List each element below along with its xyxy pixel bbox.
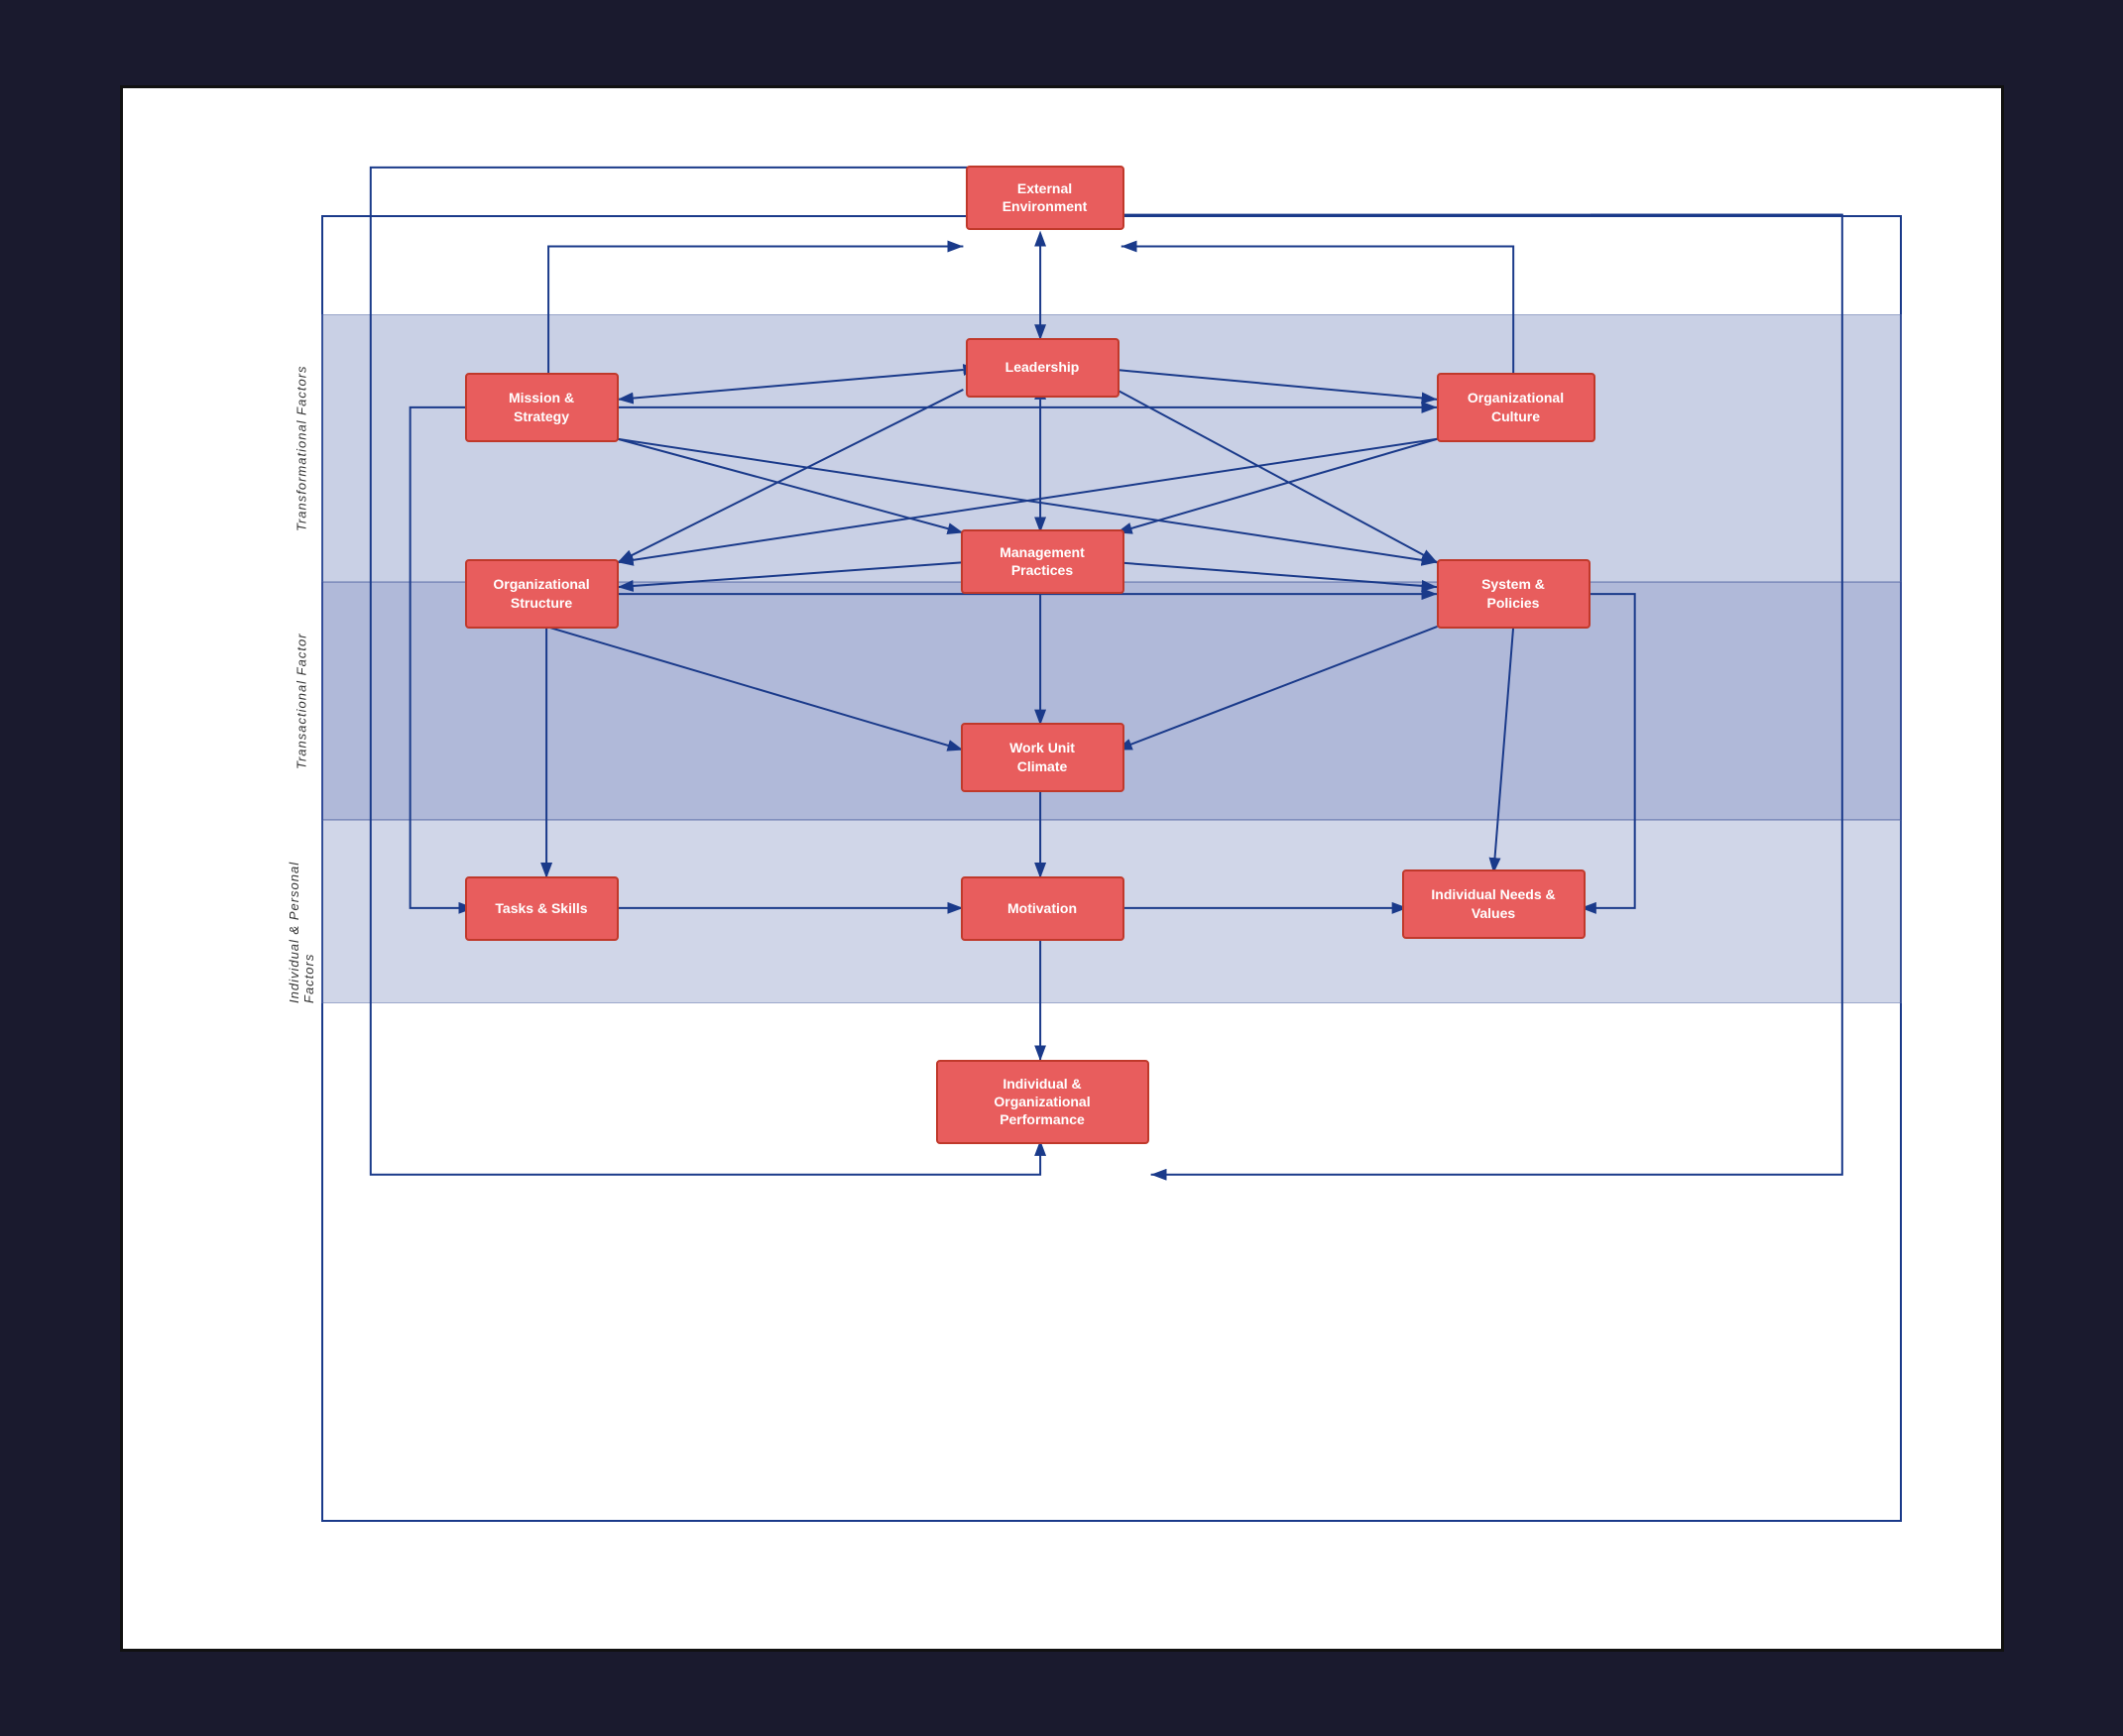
- main-canvas: Transformational Factors Transactional F…: [120, 85, 2004, 1652]
- node-individual-perf: Individual &OrganizationalPerformance: [936, 1060, 1149, 1144]
- node-individual-needs: Individual Needs &Values: [1402, 869, 1586, 939]
- label-individual: Individual & Personal Factors: [287, 820, 316, 1003]
- node-work-unit-climate: Work UnitClimate: [961, 723, 1124, 792]
- node-system-policies: System &Policies: [1437, 559, 1591, 629]
- label-transformational: Transformational Factors: [287, 314, 316, 582]
- node-external-env: External Environment: [966, 166, 1124, 230]
- node-mission-strategy: Mission &Strategy: [465, 373, 619, 442]
- node-motivation: Motivation: [961, 876, 1124, 941]
- node-org-structure: OrganizationalStructure: [465, 559, 619, 629]
- node-leadership: Leadership: [966, 338, 1120, 398]
- node-org-culture: OrganizationalCulture: [1437, 373, 1595, 442]
- label-transactional: Transactional Factor: [287, 582, 316, 820]
- node-tasks-skills: Tasks & Skills: [465, 876, 619, 941]
- diagram-area: Transformational Factors Transactional F…: [202, 128, 1922, 1609]
- node-management-practices: ManagementPractices: [961, 529, 1124, 594]
